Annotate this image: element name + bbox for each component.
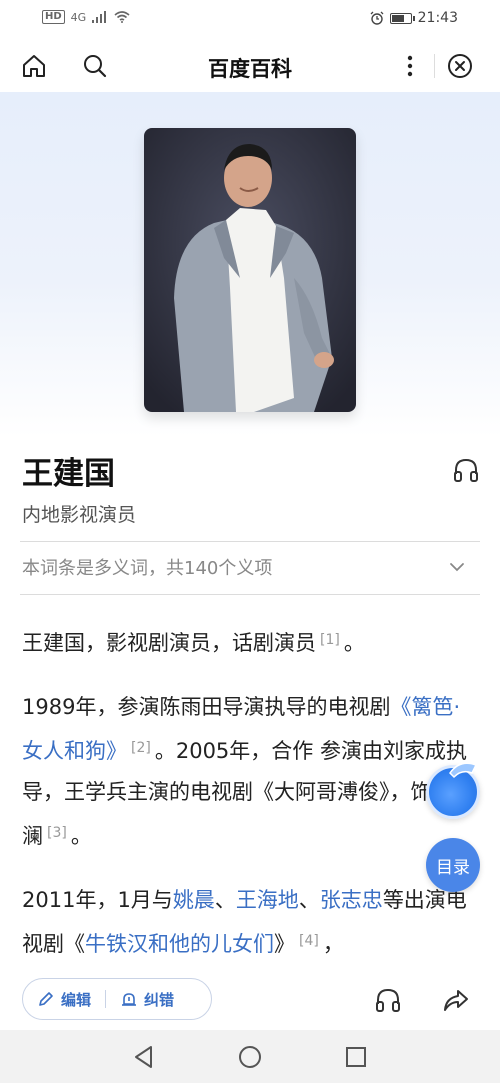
citation-2[interactable]: [2] bbox=[127, 740, 155, 756]
status-bar: HD 4G 21:43 bbox=[0, 0, 500, 40]
report-label: 纠错 bbox=[144, 990, 175, 1009]
paragraph-2: 1989年，参演陈雨田导演执导的电视剧《篱笆·女人和狗》 [2] 。2005年，合作… bbox=[22, 687, 478, 857]
status-right: 21:43 bbox=[370, 10, 458, 26]
back-button[interactable] bbox=[131, 1044, 157, 1070]
search-icon bbox=[84, 55, 107, 78]
close-icon bbox=[448, 54, 472, 78]
home-system-button[interactable] bbox=[237, 1044, 263, 1070]
alert-icon bbox=[122, 993, 137, 1006]
hd-indicator: HD bbox=[42, 10, 65, 24]
report-button[interactable]: 纠错 bbox=[106, 989, 188, 1010]
chevron-down-icon bbox=[450, 563, 464, 572]
nav-separator bbox=[434, 54, 435, 78]
home-circle-icon bbox=[239, 1046, 261, 1068]
entry-subtitle: 内地影视演员 bbox=[22, 504, 137, 526]
wifi-icon bbox=[114, 11, 130, 23]
link-wang-haidi[interactable]: 王海地 bbox=[236, 888, 299, 912]
listen-bottom-button[interactable] bbox=[374, 986, 402, 1014]
network-label: 4G bbox=[70, 10, 87, 24]
p2-text-1: 1989年，参演陈雨田导演执导的电视剧 bbox=[22, 695, 391, 719]
p3-sep-2: 、 bbox=[298, 888, 320, 912]
top-nav: 百度百科 bbox=[0, 40, 500, 92]
battery-icon bbox=[389, 12, 415, 24]
edit-button[interactable]: 编辑 bbox=[23, 989, 105, 1010]
status-left: HD 4G bbox=[42, 10, 130, 24]
portrait-image bbox=[144, 128, 356, 412]
citation-1[interactable]: [1] bbox=[316, 632, 344, 648]
pencil-icon bbox=[39, 992, 53, 1006]
p3-text-1: 2011年，1月与 bbox=[22, 888, 173, 912]
back-triangle-icon bbox=[135, 1046, 152, 1068]
link-yao-chen[interactable]: 姚晨 bbox=[173, 888, 215, 912]
clock: 21:43 bbox=[417, 10, 458, 26]
divider-top bbox=[20, 541, 480, 542]
hero-banner bbox=[0, 92, 500, 437]
portrait-photo[interactable] bbox=[144, 128, 356, 412]
close-button[interactable] bbox=[446, 52, 474, 80]
signal-icon bbox=[92, 11, 107, 23]
p3-text-4: ， bbox=[322, 932, 344, 956]
headphones-icon bbox=[376, 988, 400, 1012]
system-nav-bar bbox=[0, 1030, 500, 1083]
citation-3[interactable]: [3] bbox=[43, 825, 71, 841]
ai-assistant-cap-icon bbox=[448, 759, 478, 781]
page-title: 百度百科 bbox=[208, 57, 292, 81]
headphones-icon bbox=[454, 458, 478, 482]
alarm-icon bbox=[370, 11, 384, 25]
citation-4[interactable]: [4] bbox=[295, 933, 323, 949]
home-icon bbox=[23, 55, 45, 77]
search-button[interactable] bbox=[81, 52, 109, 80]
toc-button[interactable]: 目录 bbox=[426, 838, 480, 892]
link-niu-tiehan[interactable]: 牛铁汉和他的儿女们 bbox=[85, 932, 274, 956]
paragraph-1: 王建国，影视剧演员，话剧演员 [1]。 bbox=[22, 620, 478, 664]
polysemy-notice[interactable]: 本词条是多义词，共140个义项 bbox=[22, 554, 272, 580]
listen-button[interactable] bbox=[452, 456, 480, 484]
article-body: 王建国，影视剧演员，话剧演员 [1]。 1989年，参演陈雨田导演执导的电视剧《篱… bbox=[22, 620, 478, 988]
edit-pill: 编辑 纠错 bbox=[22, 978, 212, 1020]
p2-text-3: 。 bbox=[70, 824, 92, 848]
edit-label: 编辑 bbox=[61, 990, 92, 1009]
recents-button[interactable] bbox=[343, 1044, 369, 1070]
entry-title: 王建国 bbox=[22, 456, 115, 492]
more-button[interactable] bbox=[396, 52, 424, 80]
share-button[interactable] bbox=[442, 986, 470, 1014]
share-icon bbox=[444, 990, 468, 1011]
divider-bottom bbox=[20, 594, 480, 595]
p3-text-3: 》 bbox=[274, 932, 295, 956]
p1-end: 。 bbox=[343, 631, 365, 655]
p1-text: 王建国，影视剧演员，话剧演员 bbox=[22, 631, 316, 655]
more-icon bbox=[407, 55, 413, 77]
recents-square-icon bbox=[346, 1047, 366, 1067]
polysemy-expand[interactable] bbox=[446, 556, 468, 578]
paragraph-3: 2011年，1月与姚晨、王海地、张志忠等出演电视剧《牛铁汉和他的儿女们》 [4]， bbox=[22, 880, 478, 965]
home-button[interactable] bbox=[20, 52, 48, 80]
bottom-toolbar: 编辑 纠错 bbox=[0, 970, 500, 1030]
link-zhang-zhizhong[interactable]: 张志忠 bbox=[320, 888, 383, 912]
p3-sep-1: 、 bbox=[214, 888, 236, 912]
